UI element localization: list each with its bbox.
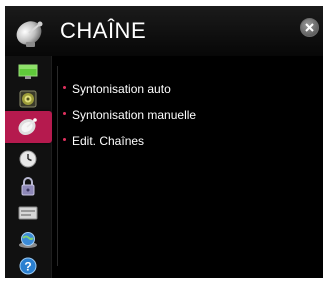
sidebar-item-audio[interactable]: [5, 86, 51, 111]
bullet: [63, 138, 66, 141]
help-icon: ?: [19, 257, 37, 274]
bullet: [63, 112, 66, 115]
bullet: [63, 86, 66, 89]
sidebar-item-support[interactable]: ?: [5, 253, 51, 278]
menu-item-channel-edit[interactable]: Edit. Chaînes: [63, 134, 196, 160]
tv-settings-screen: CHAÎNE ? Syntonisation auto Syntonisatio…: [5, 6, 323, 278]
network-globe-icon: [19, 231, 37, 248]
page-title: CHAÎNE: [60, 18, 147, 43]
divider: [57, 66, 58, 266]
lock-icon: [21, 176, 35, 195]
clock-icon: [19, 150, 37, 167]
tv-picture-icon: [18, 64, 38, 79]
menu-item-manual-tuning[interactable]: Syntonisation manuelle: [63, 108, 196, 134]
satellite-dish-icon: [17, 118, 37, 136]
speaker-icon: [19, 90, 37, 107]
sidebar-item-network[interactable]: [5, 227, 51, 252]
menu-item-label: Syntonisation auto: [72, 82, 171, 96]
sidebar-item-time[interactable]: [5, 146, 51, 171]
menu-item-auto-tuning[interactable]: Syntonisation auto: [63, 82, 196, 108]
sidebar-item-lock[interactable]: [5, 173, 51, 198]
header-bar: CHAÎNE: [5, 6, 323, 56]
sidebar-item-options[interactable]: [5, 200, 51, 225]
options-icon: [18, 206, 38, 219]
category-sidebar: ?: [5, 56, 52, 278]
menu-item-label: Edit. Chaînes: [72, 134, 145, 148]
close-icon: [305, 23, 314, 32]
satellite-dish-icon: [14, 16, 48, 50]
svg-text:?: ?: [24, 259, 31, 273]
channel-menu: Syntonisation auto Syntonisation manuell…: [63, 82, 196, 160]
sidebar-item-channel[interactable]: [5, 111, 52, 143]
menu-item-label: Syntonisation manuelle: [72, 108, 197, 122]
sidebar-item-picture[interactable]: [5, 59, 51, 84]
close-button[interactable]: [300, 18, 319, 37]
